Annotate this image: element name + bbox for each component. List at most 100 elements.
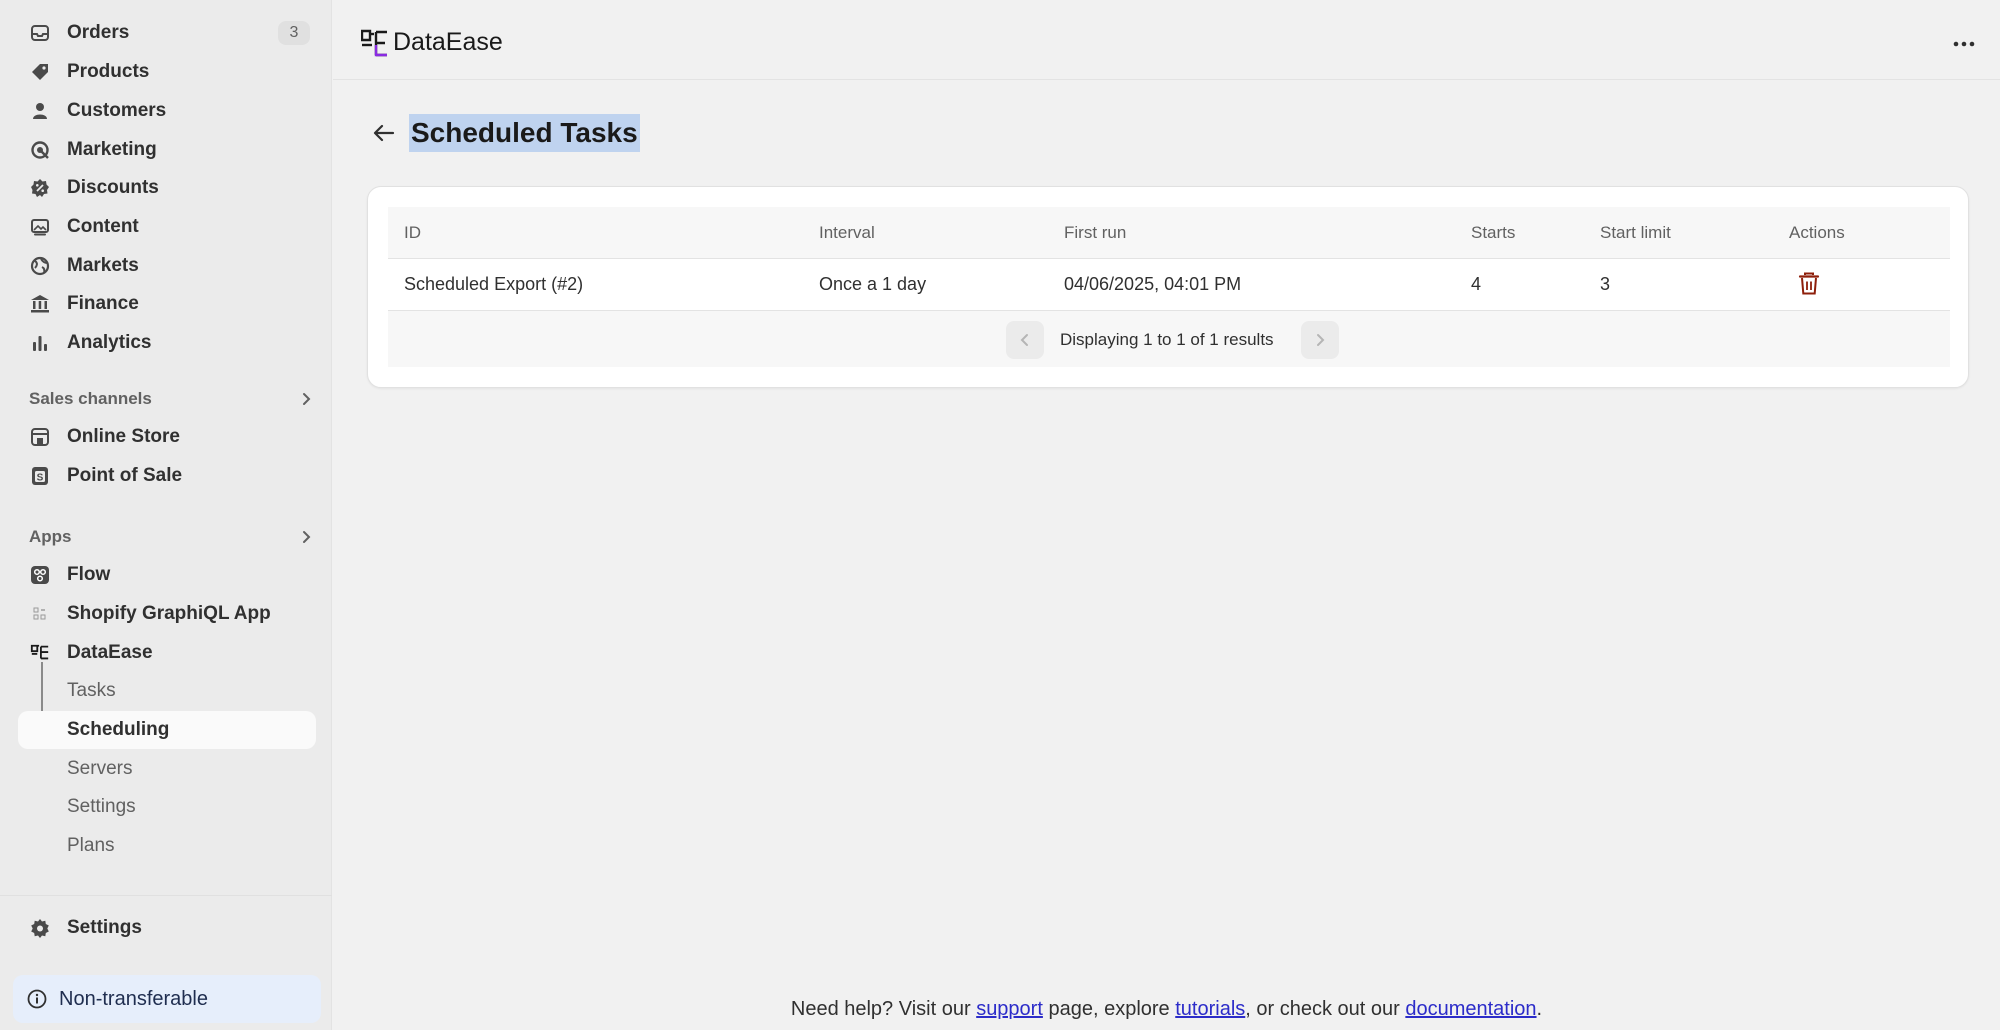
cell-id: Scheduled Export (#2) xyxy=(404,274,584,294)
sidebar-item-label: Finance xyxy=(67,293,139,314)
sidebar-item-label: Settings xyxy=(67,917,142,938)
help-text: . xyxy=(1536,998,1543,1020)
sidebar-item-label: Point of Sale xyxy=(67,465,183,486)
sidebar-item-label: Servers xyxy=(67,758,133,779)
sidebar-item-label: Tasks xyxy=(67,680,116,701)
previous-page-button[interactable] xyxy=(1006,321,1044,359)
sidebar: Orders 3 Products Customers Marketing Di… xyxy=(0,0,332,1030)
non-transferable-notice[interactable]: Non-transferable xyxy=(13,975,321,1023)
sidebar-item-label: Content xyxy=(67,216,139,237)
table-pagination: Displaying 1 to 1 of 1 results xyxy=(388,311,1950,367)
help-text: Need help? Visit our xyxy=(790,998,977,1020)
store-icon xyxy=(30,427,50,447)
image-icon xyxy=(30,217,50,237)
sidebar-item-finance[interactable]: Finance xyxy=(18,285,316,323)
delete-trash-icon[interactable] xyxy=(1798,272,1820,296)
bar-chart-icon xyxy=(30,333,50,353)
sidebar-item-content[interactable]: Content xyxy=(18,208,316,246)
sidebar-item-label: Customers xyxy=(67,100,167,121)
chevron-left-icon xyxy=(1020,334,1028,346)
sidebar-subitem-scheduling[interactable]: Scheduling xyxy=(18,711,316,749)
sidebar-subitem-plans[interactable]: Plans xyxy=(18,827,316,865)
sidebar-item-discounts[interactable]: Discounts xyxy=(18,169,316,207)
cell-start-limit: 3 xyxy=(1600,274,1611,294)
column-header-first-run: First run xyxy=(1064,223,1127,242)
page-title: Scheduled Tasks xyxy=(409,114,640,152)
pagination-status: Displaying 1 to 1 of 1 results xyxy=(1060,330,1274,349)
help-text: page, explore xyxy=(1042,998,1176,1020)
app-header: DataEase xyxy=(333,0,2000,80)
column-header-interval: Interval xyxy=(819,223,875,242)
sidebar-item-label: Shopify GraphiQL App xyxy=(67,603,271,624)
flow-icon xyxy=(30,565,50,585)
sidebar-item-label: Orders xyxy=(67,22,130,43)
arrow-left-icon xyxy=(373,124,395,142)
sidebar-item-online-store[interactable]: Online Store xyxy=(18,418,316,456)
tag-icon xyxy=(30,62,50,82)
help-text: , or check out our xyxy=(1245,998,1406,1020)
documentation-link[interactable]: documentation xyxy=(1405,998,1536,1020)
svg-text:S: S xyxy=(37,473,44,484)
cell-interval: Once a 1 day xyxy=(819,274,927,294)
graphiql-icon xyxy=(30,604,50,624)
chevron-right-icon xyxy=(1317,334,1325,346)
help-footer: Need help? Visit our support page, explo… xyxy=(333,998,2000,1021)
sidebar-item-label: Online Store xyxy=(67,426,180,447)
sidebar-item-label: Discounts xyxy=(67,177,159,198)
column-header-actions: Actions xyxy=(1789,223,1845,242)
sidebar-item-flow[interactable]: Flow xyxy=(18,556,316,594)
table-row: Scheduled Export (#2) Once a 1 day 04/06… xyxy=(388,259,1950,311)
sales-channels-heading[interactable]: Sales channels xyxy=(29,384,319,414)
sidebar-item-label: Plans xyxy=(67,835,115,856)
sidebar-item-marketing[interactable]: Marketing xyxy=(18,131,316,169)
ellipsis-icon xyxy=(1953,41,1975,47)
sidebar-item-label: Analytics xyxy=(67,332,152,353)
sidebar-item-analytics[interactable]: Analytics xyxy=(18,324,316,362)
sidebar-item-label: Markets xyxy=(67,255,139,276)
sidebar-item-markets[interactable]: Markets xyxy=(18,247,316,285)
sidebar-item-shopify-graphiql-app[interactable]: Shopify GraphiQL App xyxy=(18,595,316,633)
sidebar-subitem-servers[interactable]: Servers xyxy=(18,750,316,788)
orders-inbox-icon xyxy=(30,23,50,43)
column-header-start-limit: Start limit xyxy=(1600,223,1671,242)
sidebar-item-label: DataEase xyxy=(67,642,153,663)
more-actions-button[interactable] xyxy=(1948,28,1980,60)
dataease-logo-icon xyxy=(30,643,50,663)
cell-first-run: 04/06/2025, 04:01 PM xyxy=(1064,274,1242,294)
back-button[interactable] xyxy=(369,118,399,148)
apps-heading[interactable]: Apps xyxy=(29,522,319,552)
sidebar-item-label: Flow xyxy=(67,564,111,585)
sidebar-item-products[interactable]: Products xyxy=(18,53,316,91)
info-icon xyxy=(27,989,47,1009)
column-header-id: ID xyxy=(404,223,421,242)
sidebar-item-customers[interactable]: Customers xyxy=(18,92,316,130)
bank-icon xyxy=(30,294,50,314)
scheduled-tasks-card: ID Interval First run Starts Start limit… xyxy=(367,186,1969,388)
person-icon xyxy=(30,101,50,121)
chevron-right-icon xyxy=(303,393,311,405)
sidebar-item-label: Settings xyxy=(67,796,136,817)
sidebar-item-label: Marketing xyxy=(67,139,157,160)
app-title: DataEase xyxy=(393,28,503,56)
chevron-right-icon xyxy=(303,531,311,543)
target-icon xyxy=(30,140,50,160)
table-header: ID Interval First run Starts Start limit… xyxy=(388,207,1950,259)
notice-label: Non-transferable xyxy=(59,987,208,1010)
next-page-button[interactable] xyxy=(1301,321,1339,359)
sidebar-item-settings[interactable]: Settings xyxy=(18,909,316,947)
sidebar-item-orders[interactable]: Orders 3 xyxy=(18,14,316,52)
sidebar-item-dataease[interactable]: DataEase xyxy=(18,634,316,672)
sidebar-divider xyxy=(0,895,332,896)
sidebar-subitem-settings[interactable]: Settings xyxy=(18,788,316,826)
sidebar-item-label: Products xyxy=(67,61,150,82)
sidebar-item-point-of-sale[interactable]: S Point of Sale xyxy=(18,457,316,495)
main-content: DataEase Scheduled Tasks ID Interval Fir… xyxy=(333,0,2000,1030)
tutorials-link[interactable]: tutorials xyxy=(1175,998,1245,1020)
gear-icon xyxy=(30,918,50,938)
sidebar-item-label: Scheduling xyxy=(67,719,170,740)
pos-icon: S xyxy=(30,466,50,486)
cell-starts: 4 xyxy=(1471,274,1482,294)
support-link[interactable]: support xyxy=(976,998,1043,1020)
sidebar-subitem-tasks[interactable]: Tasks xyxy=(18,672,316,710)
column-header-starts: Starts xyxy=(1471,223,1516,242)
